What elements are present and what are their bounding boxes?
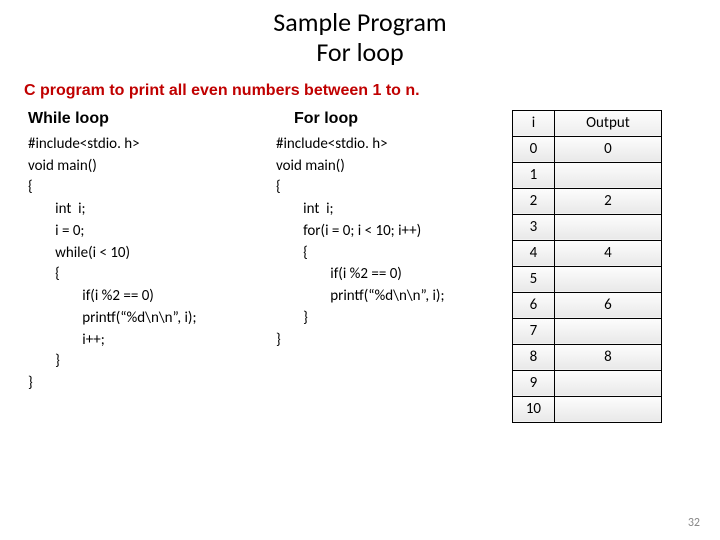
cell-i: 2 <box>513 188 555 214</box>
table-row: 22 <box>513 188 662 214</box>
table-row: 44 <box>513 240 662 266</box>
cell-out <box>554 318 661 344</box>
cell-i: 0 <box>513 136 555 162</box>
code-for-loop: #include<stdio. h> void main() { int i; … <box>276 134 510 352</box>
cell-out: 2 <box>554 188 661 214</box>
column-for: For loop #include<stdio. h> void main() … <box>270 110 510 423</box>
table-header-row: i Output <box>513 110 662 136</box>
table-head-output: Output <box>554 110 661 136</box>
slide-title: Sample Program For loop <box>0 0 720 68</box>
output-table: i Output 00 1 22 3 44 5 66 7 88 9 10 <box>512 110 662 423</box>
cell-i: 7 <box>513 318 555 344</box>
content-columns: While loop #include<stdio. h> void main(… <box>0 100 720 423</box>
table-head-i: i <box>513 110 555 136</box>
column-while: While loop #include<stdio. h> void main(… <box>0 110 270 423</box>
cell-out: 6 <box>554 292 661 318</box>
cell-i: 4 <box>513 240 555 266</box>
code-while-loop: #include<stdio. h> void main() { int i; … <box>28 134 270 395</box>
cell-i: 9 <box>513 370 555 396</box>
table-row: 1 <box>513 162 662 188</box>
cell-out <box>554 370 661 396</box>
cell-i: 6 <box>513 292 555 318</box>
table-row: 10 <box>513 396 662 422</box>
cell-i: 8 <box>513 344 555 370</box>
heading-for-loop: For loop <box>276 110 510 128</box>
cell-out <box>554 396 661 422</box>
cell-out <box>554 266 661 292</box>
title-line-2: For loop <box>316 36 403 68</box>
cell-i: 10 <box>513 396 555 422</box>
cell-out <box>554 162 661 188</box>
table-row: 3 <box>513 214 662 240</box>
column-table: i Output 00 1 22 3 44 5 66 7 88 9 10 <box>510 110 692 423</box>
page-number: 32 <box>688 516 700 530</box>
table-row: 9 <box>513 370 662 396</box>
cell-out: 4 <box>554 240 661 266</box>
table-row: 00 <box>513 136 662 162</box>
cell-out: 0 <box>554 136 661 162</box>
cell-i: 5 <box>513 266 555 292</box>
table-row: 7 <box>513 318 662 344</box>
cell-i: 3 <box>513 214 555 240</box>
cell-out: 8 <box>554 344 661 370</box>
heading-while-loop: While loop <box>28 110 270 128</box>
table-row: 66 <box>513 292 662 318</box>
slide-subtitle: C program to print all even numbers betw… <box>0 68 720 100</box>
cell-i: 1 <box>513 162 555 188</box>
table-row: 5 <box>513 266 662 292</box>
cell-out <box>554 214 661 240</box>
title-line-1: Sample Program <box>273 6 446 38</box>
table-row: 88 <box>513 344 662 370</box>
